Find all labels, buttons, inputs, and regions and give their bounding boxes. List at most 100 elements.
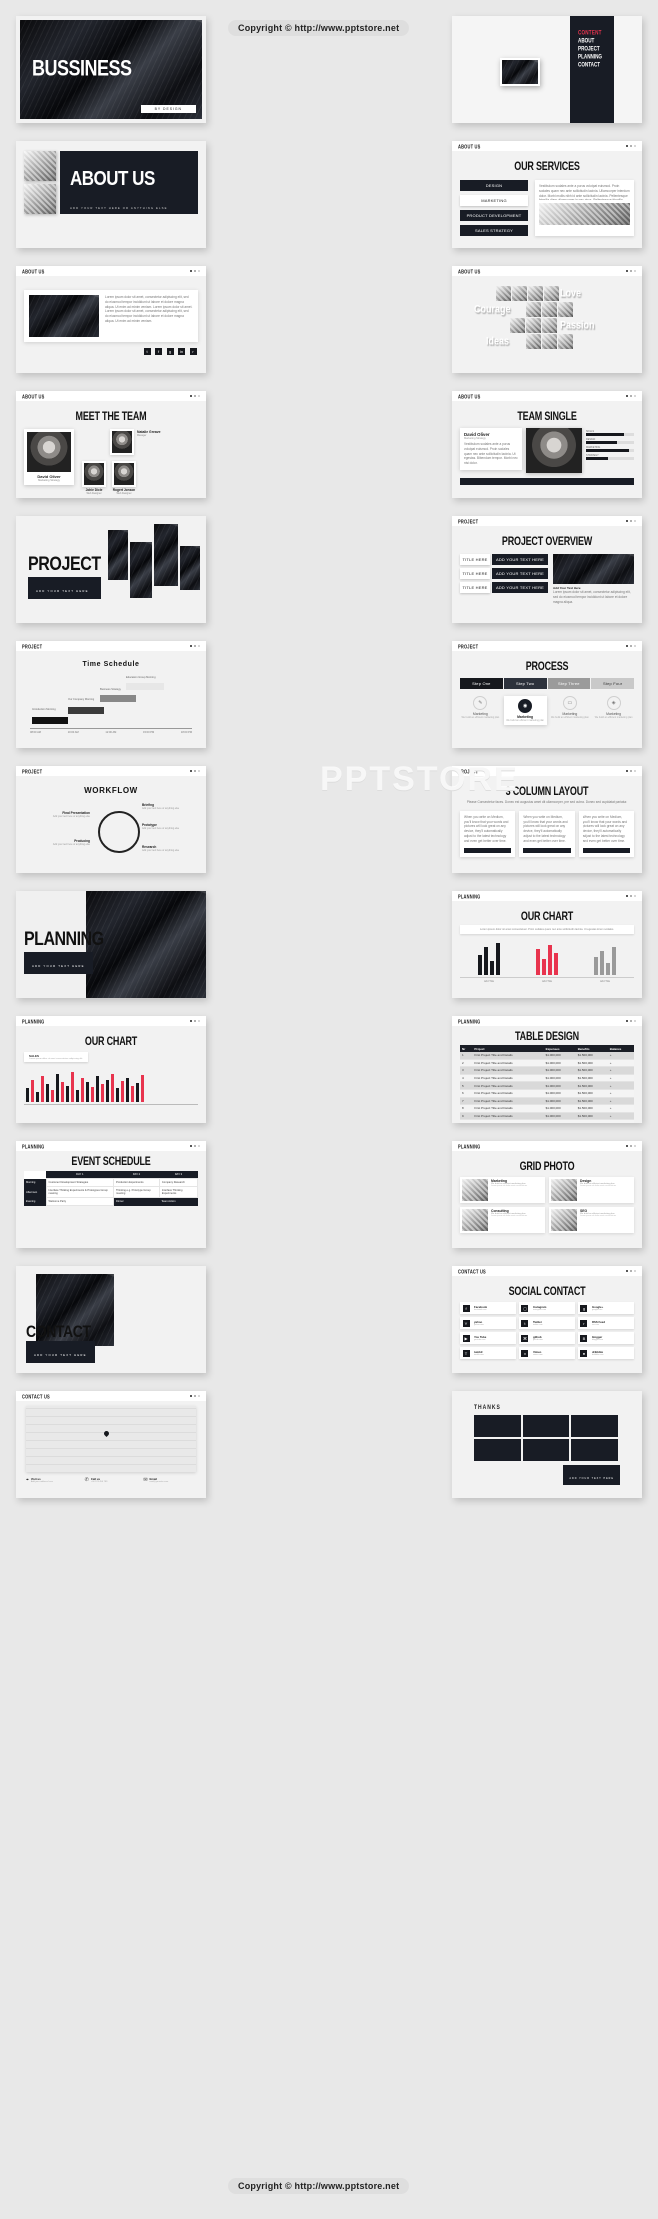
slide-contact-map[interactable]: CONTACT US ⌖ Visit us Add your address he… [16, 1391, 206, 1498]
menu-item-project[interactable]: PROJECT [578, 45, 614, 52]
social-entry[interactable]: r RSS Feed rss.com [577, 1317, 634, 1329]
service-marketing[interactable]: MARKETING [460, 195, 528, 206]
overview-button[interactable]: ADD YOUR TEXT HERE [492, 582, 548, 593]
pagination-dots[interactable] [626, 1145, 636, 1147]
card-link[interactable]: Lorem ipsum sit dolor amet consectetuer [580, 1215, 632, 1217]
pagination-dots[interactable] [190, 645, 200, 647]
slide-event-schedule[interactable]: PLANNING EVENT SCHEDULE DAY 1 DAY 2 DAY … [16, 1141, 206, 1248]
workflow-node[interactable]: Research Add your text here or anything … [142, 845, 188, 852]
process-step-4[interactable]: Step Four [591, 678, 634, 689]
slide-about-text[interactable]: ABOUT US Lorem ipsum dolor sit amet, con… [16, 266, 206, 373]
workflow-node[interactable]: Briefing Add your text here or anything … [142, 803, 188, 810]
team-member[interactable]: Natalie Greave Manager [110, 429, 198, 455]
menu-item-about[interactable]: ABOUT [578, 37, 614, 44]
process-step-2[interactable]: Step Two [503, 678, 547, 689]
workflow-node[interactable]: Final Presentation Add your text here or… [28, 811, 90, 818]
facebook-icon[interactable]: f [155, 348, 162, 355]
grid-photo-card[interactable]: SEO We build an efficient marketing plan… [549, 1207, 634, 1233]
social-entry[interactable]: f Facebook facebook.com [460, 1302, 516, 1314]
team-member[interactable]: Rogert Jonson Web Designer [112, 461, 136, 495]
twitter-icon[interactable]: t [143, 348, 151, 355]
team-member[interactable]: Johie Dicle Web Designer [82, 461, 106, 495]
social-entry[interactable]: v Vimeo vimeo.com [518, 1347, 575, 1359]
pagination-dots[interactable] [626, 395, 636, 397]
card-link[interactable]: Lorem ipsum sit dolor amet consectetuer [491, 1185, 543, 1187]
slide-contact-cover[interactable]: CONTACT ADD YOUR TEXT HERE [16, 1266, 206, 1373]
social-entry[interactable]: Yyahoo yahoo.com [460, 1317, 516, 1329]
social-entry[interactable]: t Twitter twitter.com [518, 1317, 575, 1329]
slide-project-cover[interactable]: PROJECT ADD YOUR TEXT HERE [16, 516, 206, 623]
grid-photo-card[interactable]: Consulting We build an efficient marketi… [460, 1207, 545, 1233]
slide-our-chart-bars[interactable]: PLANNING OUR CHART SALES Lorem ipsum dol… [16, 1016, 206, 1123]
pagination-dots[interactable] [190, 1020, 200, 1022]
menu-item-planning[interactable]: PLANNING [578, 53, 614, 60]
pagination-dots[interactable] [626, 1270, 636, 1272]
slide-time-schedule[interactable]: PROJECT Time Schedule Education Group Mo… [16, 641, 206, 748]
social-entry[interactable]: Ttumblr tumblr.com [460, 1347, 516, 1359]
service-product-development[interactable]: PRODUCT DEVELOPMENT [460, 210, 528, 221]
menu-item-contact[interactable]: CONTACT [578, 61, 614, 68]
overview-button[interactable]: ADD YOUR TEXT HERE [492, 554, 548, 565]
pagination-dots[interactable] [626, 645, 636, 647]
process-step-1[interactable]: Step One [460, 678, 503, 689]
pagination-dots[interactable] [190, 395, 200, 397]
overview-label[interactable]: TITLE HERE [460, 582, 490, 593]
overview-row[interactable]: TITLE HERE ADD YOUR TEXT HERE [460, 568, 548, 579]
social-entry[interactable]: g Google+ google.com [577, 1302, 634, 1314]
pagination-dots[interactable] [190, 1395, 200, 1397]
overview-label[interactable]: TITLE HERE [460, 568, 490, 579]
grid-photo-card[interactable]: Design We build an efficient marketing p… [549, 1177, 634, 1203]
slide-planning-cover[interactable]: PLANNING ADD YOUR TEXT HERE [16, 891, 206, 998]
slide-social-contact[interactable]: CONTACT US SOCIAL CONTACT f Facebook faceb… [452, 1266, 642, 1373]
slide-word-grid[interactable]: ABOUT US Love Courage Passion Ideas [452, 266, 642, 373]
pagination-dots[interactable] [626, 770, 636, 772]
process-card[interactable]: ✎ Marketing We build an efficient market… [460, 696, 501, 725]
social-entry[interactable]: ⌘ github github.com [518, 1332, 575, 1344]
slide-project-overview[interactable]: PROJECT PROJECT OVERVIEW TITLE HERE ADD … [452, 516, 642, 623]
workflow-node[interactable]: Prototype Add your text here or anything… [142, 823, 188, 830]
slide-grid-photo[interactable]: PLANNING GRID PHOTO Marketing We build a… [452, 1141, 642, 1248]
rss-icon[interactable]: r [189, 348, 197, 355]
workflow-node[interactable]: Producing Add your text here or anything… [28, 839, 90, 846]
pagination-dots[interactable] [626, 520, 636, 522]
card-link[interactable]: Lorem ipsum sit dolor amet consectetuer [580, 1185, 632, 1187]
slide-table-design[interactable]: PLANNING TABLE DESIGN Nr Project Expense… [452, 1016, 642, 1123]
pagination-dots[interactable] [190, 270, 200, 272]
slide-content-menu[interactable]: CONTENT ABOUT PROJECT PLANNING CONTACT [452, 16, 642, 123]
service-design[interactable]: DESIGN [460, 180, 528, 191]
pagination-dots[interactable] [190, 1145, 200, 1147]
pagination-dots[interactable] [626, 895, 636, 897]
social-entry[interactable]: ▶ You Tube youtube.com [460, 1332, 516, 1344]
team-member-primary[interactable]: David Oliver Marketing Strategy [24, 429, 74, 485]
social-entry[interactable]: Bblogger blogger.com [577, 1332, 634, 1344]
social-entry[interactable]: ● dribbble dribbble.com [577, 1347, 634, 1359]
slide-about-cover[interactable]: ABOUT US ADD YOUR TEXT HERE OR ANYTHING … [16, 141, 206, 248]
slide-thanks[interactable]: THANKS ADD YOUR TEXT HERE [452, 1391, 642, 1498]
slide-cover[interactable]: BUSSINESS BY DESIGN [16, 16, 206, 123]
slide-process[interactable]: PROJECT PROCESS Step One Step Two Step T… [452, 641, 642, 748]
menu-item-content[interactable]: CONTENT [578, 29, 614, 36]
slide-our-chart-grouped[interactable]: PLANNING OUR CHART Lorem ipsum dolor sit… [452, 891, 642, 998]
overview-label[interactable]: TITLE HERE [460, 554, 490, 565]
map-view[interactable] [26, 1406, 196, 1472]
grid-photo-card[interactable]: Marketing We build an efficient marketin… [460, 1177, 545, 1203]
card-link[interactable]: Lorem ipsum sit dolor amet consectetuer [491, 1215, 543, 1217]
process-card[interactable]: ◈ Marketing We build an efficient market… [593, 696, 634, 725]
service-sales-strategy[interactable]: SALES STRATEGY [460, 225, 528, 236]
pagination-dots[interactable] [190, 770, 200, 772]
slide-meet-the-team[interactable]: ABOUT US MEET THE TEAM David Oliver Mark… [16, 391, 206, 498]
process-card[interactable]: ◉ Marketing We build an efficient market… [503, 696, 547, 725]
social-row[interactable]: t f g in r [24, 348, 198, 355]
pagination-dots[interactable] [626, 270, 636, 272]
pagination-dots[interactable] [626, 1020, 636, 1022]
slide-workflow[interactable]: PROJECT WORKFLOW Briefing Add your text … [16, 766, 206, 873]
slide-team-single[interactable]: ABOUT US TEAM SINGLE David Oliver Market… [452, 391, 642, 498]
google-plus-icon[interactable]: g [166, 348, 174, 355]
linkedin-icon[interactable]: in [178, 348, 185, 355]
process-card[interactable]: ▭ Marketing We build an efficient market… [550, 696, 591, 725]
overview-button[interactable]: ADD YOUR TEXT HERE [492, 568, 548, 579]
overview-row[interactable]: TITLE HERE ADD YOUR TEXT HERE [460, 582, 548, 593]
overview-row[interactable]: TITLE HERE ADD YOUR TEXT HERE [460, 554, 548, 565]
process-step-3[interactable]: Step Three [547, 678, 591, 689]
social-entry[interactable]: ◻ Instagram instagram.com [518, 1302, 575, 1314]
